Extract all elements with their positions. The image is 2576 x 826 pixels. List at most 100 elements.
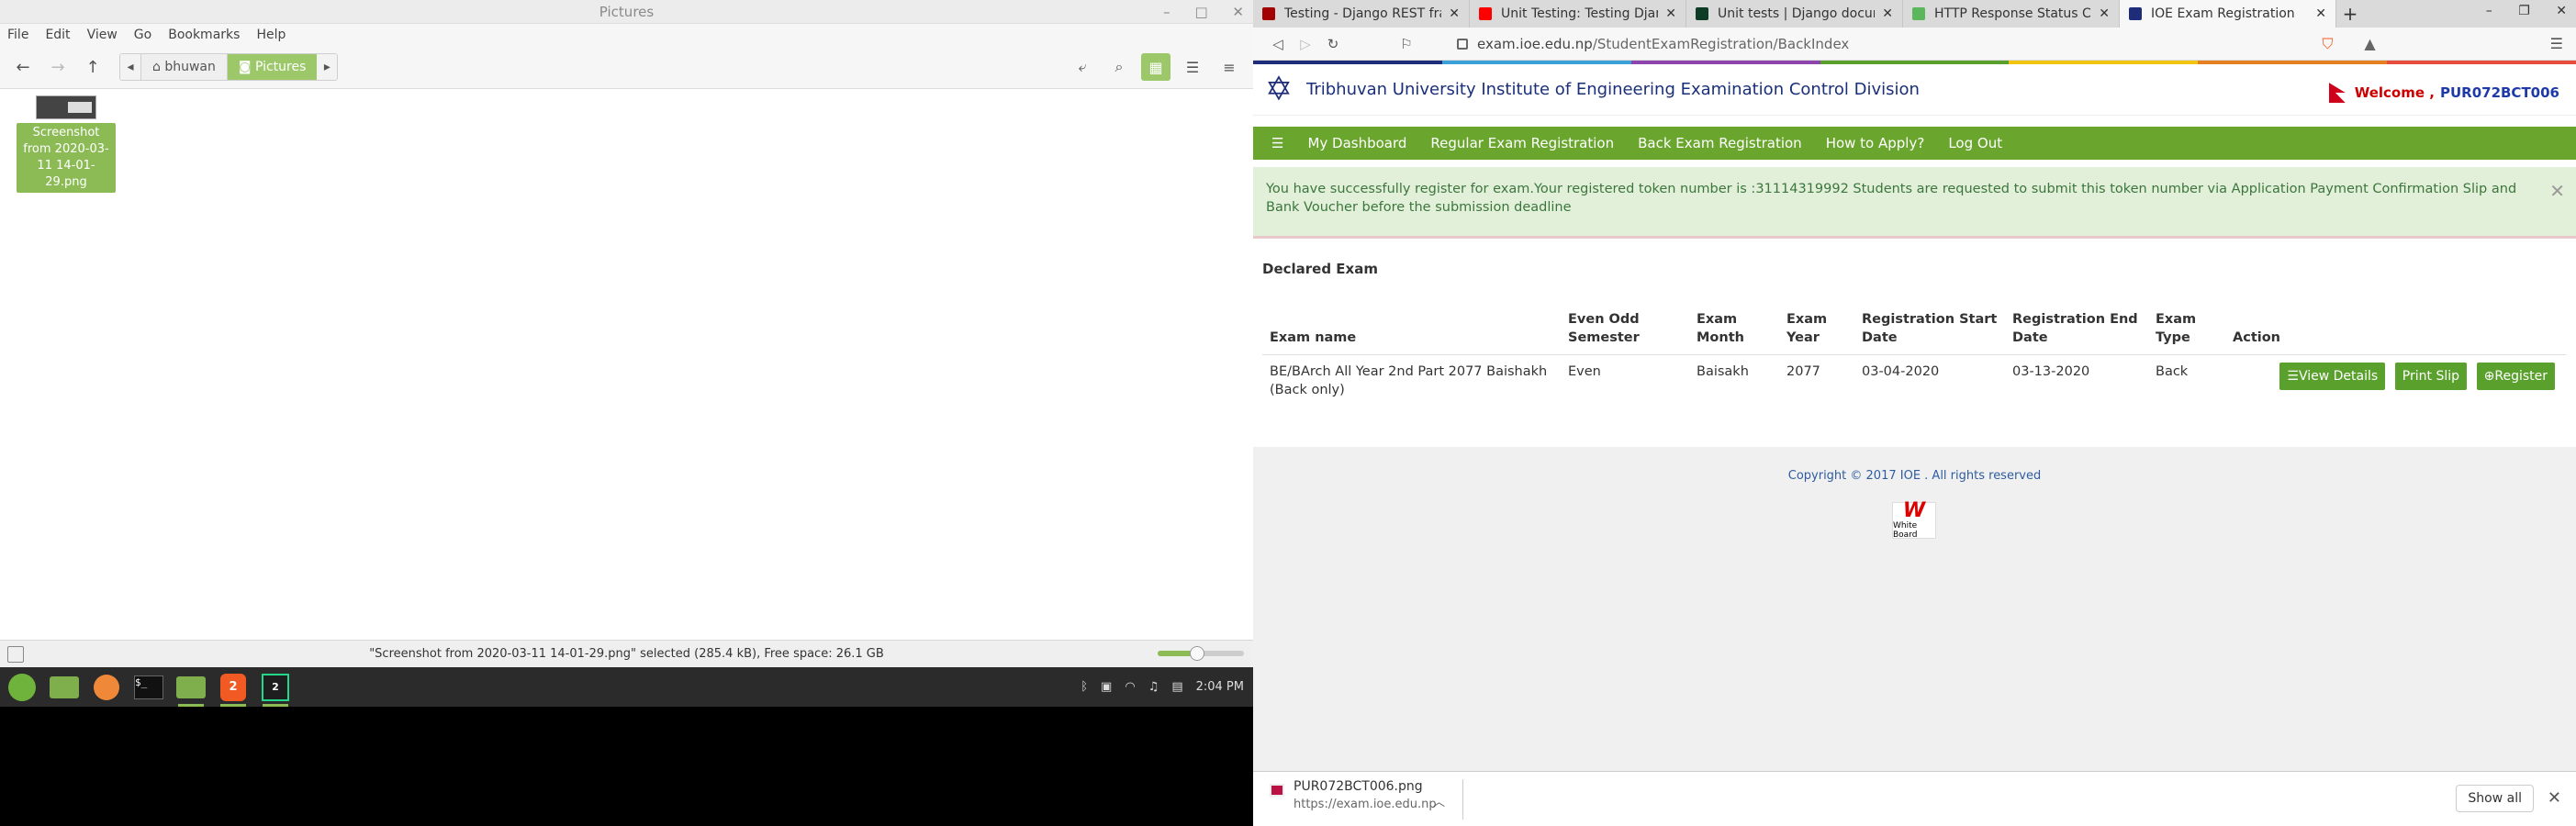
url-input[interactable]: exam.ioe.edu.np/StudentExamRegistration/… xyxy=(1457,36,1849,52)
download-item[interactable]: PUR072BCT006.png https://exam.ioe.edu.np xyxy=(1270,779,1453,811)
firefox-launcher[interactable] xyxy=(90,671,123,704)
files-window-task[interactable] xyxy=(174,671,207,707)
brave-rewards-icon[interactable]: ▲ xyxy=(2364,35,2375,53)
show-all-button[interactable]: Show all xyxy=(2456,785,2534,812)
compact-view-icon[interactable]: ≡ xyxy=(1215,53,1244,81)
tab-close-icon[interactable]: ✕ xyxy=(1882,6,1893,21)
brave-window-task[interactable]: 2 xyxy=(217,671,250,707)
files-launcher[interactable] xyxy=(48,671,81,704)
alert-close-icon[interactable]: ✕ xyxy=(2549,182,2565,200)
tab-django-rest[interactable]: Testing - Django REST framework✕ xyxy=(1253,0,1470,28)
tab-http-status[interactable]: HTTP Response Status Codes✕ xyxy=(1903,0,2120,28)
menu-help[interactable]: Help xyxy=(256,28,286,42)
plus-circle-icon: ⊕ xyxy=(2483,369,2495,384)
breadcrumb-right-icon[interactable]: ▸ xyxy=(317,54,338,80)
taskbar: $_ 2 2 ᛒ ▣ ◠ ♫ ▤ 2:04 PM xyxy=(0,667,1253,707)
camera-icon: ◙ xyxy=(238,60,255,74)
register-button[interactable]: ⊕Register xyxy=(2476,363,2555,390)
close-icon[interactable]: ✕ xyxy=(1232,4,1244,20)
folder-icon xyxy=(176,675,206,698)
clock[interactable]: 2:04 PM xyxy=(1196,680,1244,694)
col-exam-name: Exam name xyxy=(1270,330,1357,345)
tab-favicon-icon xyxy=(1262,7,1275,20)
hamburger-icon[interactable]: ☰ xyxy=(1271,135,1283,151)
menu-view[interactable]: View xyxy=(87,28,118,42)
nepal-flag-icon xyxy=(2328,83,2346,103)
brave-shields-icon[interactable]: ⛉ xyxy=(2322,35,2333,53)
clipboard-icon[interactable]: ▤ xyxy=(1171,680,1182,694)
tab-close-icon[interactable]: ✕ xyxy=(1449,6,1460,21)
alert-text: You have successfully register for exam.… xyxy=(1266,182,2517,215)
terminal-icon: $_ xyxy=(134,675,163,699)
tab-close-icon[interactable]: ✕ xyxy=(1665,6,1676,21)
view-details-button[interactable]: ☰View Details xyxy=(2279,363,2386,390)
back-icon[interactable]: ◁ xyxy=(1264,36,1292,52)
pycharm-icon: 2 xyxy=(262,673,289,701)
pycharm-window-task[interactable]: 2 xyxy=(259,671,292,707)
update-icon[interactable]: ▣ xyxy=(1101,680,1112,694)
tab-unit-testing[interactable]: Unit Testing: Testing Django and✕ xyxy=(1470,0,1686,28)
sidebar-toggle-icon[interactable] xyxy=(7,646,24,663)
print-slip-button[interactable]: Print Slip xyxy=(2394,363,2468,390)
cell-type: Back xyxy=(2148,354,2225,407)
up-arrow-icon[interactable]: ↑ xyxy=(79,53,106,81)
tab-ioe-exam[interactable]: IOE Exam Registration ✕ xyxy=(2120,0,2336,28)
tu-logo-icon: ✡ xyxy=(1264,71,1294,108)
breadcrumb-home[interactable]: ⌂ bhuwan xyxy=(140,54,227,80)
nav-back-exam[interactable]: Back Exam Registration xyxy=(1638,135,1802,151)
exam-table: Exam name Even Odd Semester Exam Month E… xyxy=(1262,303,2566,407)
table-row: BE/BArch All Year 2nd Part 2077 Baishakh… xyxy=(1262,354,2566,407)
list-view-icon[interactable]: ☰ xyxy=(1178,53,1207,81)
icon-view-icon[interactable]: ▦ xyxy=(1141,53,1170,81)
window-title: Pictures xyxy=(599,4,655,20)
status-text: "Screenshot from 2020-03-11 14-01-29.png… xyxy=(369,647,884,661)
maximize-icon[interactable]: □ xyxy=(1194,4,1207,20)
sound-icon[interactable]: ♫ xyxy=(1148,680,1159,694)
file-item[interactable]: Screenshot from 2020-03-11 14-01-29.png xyxy=(17,95,116,193)
menu-launcher[interactable] xyxy=(6,671,39,704)
breadcrumb-pictures[interactable]: ◙ Pictures xyxy=(226,54,318,80)
location-toggle-icon[interactable]: ⤶ xyxy=(1068,53,1097,81)
terminal-launcher[interactable]: $_ xyxy=(132,671,165,704)
tab-close-icon[interactable]: ✕ xyxy=(2315,6,2326,21)
forward-arrow-icon[interactable]: → xyxy=(44,53,72,81)
new-tab-button[interactable]: + xyxy=(2336,0,2364,28)
close-icon[interactable]: ✕ xyxy=(2548,788,2561,808)
chevron-up-icon[interactable]: ︿ xyxy=(1433,792,1445,809)
bookmark-icon[interactable]: ⚐ xyxy=(1393,36,1420,52)
breadcrumb-left-icon[interactable]: ◂ xyxy=(120,54,140,80)
nav-how-to-apply[interactable]: How to Apply? xyxy=(1826,135,1925,151)
menu-bookmarks[interactable]: Bookmarks xyxy=(168,28,240,42)
bluetooth-icon[interactable]: ᛒ xyxy=(1081,680,1088,694)
nav-my-dashboard[interactable]: My Dashboard xyxy=(1307,135,1406,151)
download-bar: PUR072BCT006.png https://exam.ioe.edu.np… xyxy=(1253,771,2576,826)
download-source: https://exam.ioe.edu.np xyxy=(1294,798,1437,811)
close-icon[interactable]: ✕ xyxy=(2556,4,2567,18)
browser-window: Testing - Django REST framework✕ Unit Te… xyxy=(1253,0,2576,826)
whiteboard-logo[interactable]: W White Board xyxy=(1892,501,1936,540)
menu-file[interactable]: File xyxy=(7,28,28,42)
nav-regular-exam[interactable]: Regular Exam Registration xyxy=(1430,135,1614,151)
zoom-slider[interactable] xyxy=(1158,646,1244,661)
zoom-slider-knob[interactable] xyxy=(1190,646,1205,661)
forward-icon[interactable]: ▷ xyxy=(1292,36,1319,52)
search-icon[interactable]: ⌕ xyxy=(1104,53,1134,81)
menu-icon[interactable]: ☰ xyxy=(2550,35,2563,53)
col-end-date: Registration End Date xyxy=(2012,312,2138,345)
tab-close-icon[interactable]: ✕ xyxy=(2099,6,2110,21)
menu-go[interactable]: Go xyxy=(134,28,151,42)
wifi-icon[interactable]: ◠ xyxy=(1125,680,1135,694)
mint-logo-icon xyxy=(8,673,36,701)
list-icon: ☰ xyxy=(2287,369,2299,384)
minimize-icon[interactable]: – xyxy=(1163,4,1170,20)
tab-django-docs[interactable]: Unit tests | Django documentation✕ xyxy=(1686,0,1903,28)
restore-icon[interactable]: ❐ xyxy=(2518,4,2530,18)
download-filename: PUR072BCT006.png xyxy=(1294,779,1423,794)
reload-icon[interactable]: ↻ xyxy=(1319,36,1347,52)
browser-icon xyxy=(94,674,119,700)
nav-logout[interactable]: Log Out xyxy=(1948,135,2002,151)
back-arrow-icon[interactable]: ← xyxy=(9,53,37,81)
lock-icon xyxy=(1457,38,1468,50)
minimize-icon[interactable]: – xyxy=(2486,4,2492,18)
menu-edit[interactable]: Edit xyxy=(45,28,70,42)
